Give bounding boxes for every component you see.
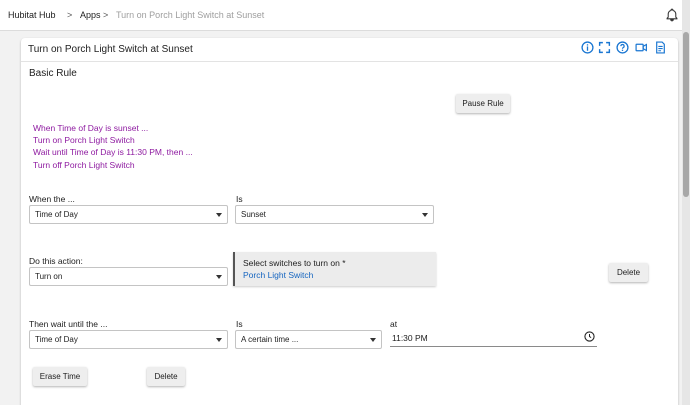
wait-select[interactable]: Time of Day [29,330,228,349]
wait-label: Then wait until the ... [29,319,108,329]
page-scrollbar[interactable] [682,0,690,405]
trigger-is-select[interactable]: Sunset [235,205,434,224]
summary-line: When Time of Day is sunset ... [33,123,149,133]
delete-wait-button[interactable]: Delete [147,367,185,386]
chevron-down-icon [216,275,222,279]
chevron-down-icon [216,213,222,217]
breadcrumb-apps[interactable]: Apps [80,10,101,20]
switch-selector-value[interactable]: Porch Light Switch [243,270,313,280]
trigger-label: When the ... [29,194,75,204]
breadcrumb-separator: > [103,10,109,20]
switch-selector-label: Select switches to turn on * [243,258,346,268]
chevron-down-icon [216,338,222,342]
erase-time-button[interactable]: Erase Time [33,367,87,386]
breadcrumb-separator: > [67,10,73,20]
trigger-is-label: Is [236,194,243,204]
switch-selector[interactable]: Select switches to turn on * Porch Light… [233,252,436,286]
trigger-is-select-value: Sunset [241,210,266,219]
clock-icon[interactable] [584,331,595,342]
wait-select-value: Time of Day [35,335,78,344]
summary-line: Turn on Porch Light Switch [33,135,135,146]
action-select-value: Turn on [35,272,63,281]
delete-action-button[interactable]: Delete [609,263,648,282]
time-input-value: 11:30 PM [392,333,428,343]
app-card: Turn on Porch Light Switch at Sunset Bas… [21,38,678,405]
wait-is-select[interactable]: A certain time ... [235,330,382,349]
rule-summary: When Time of Day is sunset ... Turn on P… [33,122,193,171]
summary-line: Wait until Time of Day is 11:30 PM, then… [33,147,193,158]
wait-at-label: at [390,319,398,329]
video-icon[interactable] [635,41,648,54]
chevron-down-icon [370,338,376,342]
help-icon[interactable] [616,41,629,54]
logs-icon[interactable] [654,41,667,54]
bell-icon[interactable] [665,7,679,23]
time-input[interactable]: 11:30 PM [390,329,597,347]
top-bar: Hubitat Hub > Apps > Turn on Porch Light… [0,0,682,31]
chevron-down-icon [422,213,428,217]
fullscreen-icon[interactable] [598,41,611,54]
action-select[interactable]: Turn on [29,267,228,286]
action-label: Do this action: [29,256,83,266]
wait-is-select-value: A certain time ... [241,335,299,344]
breadcrumb-hub[interactable]: Hubitat Hub [8,10,56,20]
info-icon[interactable] [581,41,594,54]
app-title: Turn on Porch Light Switch at Sunset [28,44,193,55]
section-title: Basic Rule [29,68,77,79]
breadcrumb-current: Turn on Porch Light Switch at Sunset [116,10,265,20]
trigger-select-value: Time of Day [35,210,78,219]
pause-rule-button[interactable]: Pause Rule [456,94,510,113]
scrollbar-thumb[interactable] [683,32,689,197]
trigger-select[interactable]: Time of Day [29,205,228,224]
card-header: Turn on Porch Light Switch at Sunset [21,38,678,62]
wait-is-label: Is [236,319,243,329]
summary-line: Turn off Porch Light Switch [33,159,135,170]
